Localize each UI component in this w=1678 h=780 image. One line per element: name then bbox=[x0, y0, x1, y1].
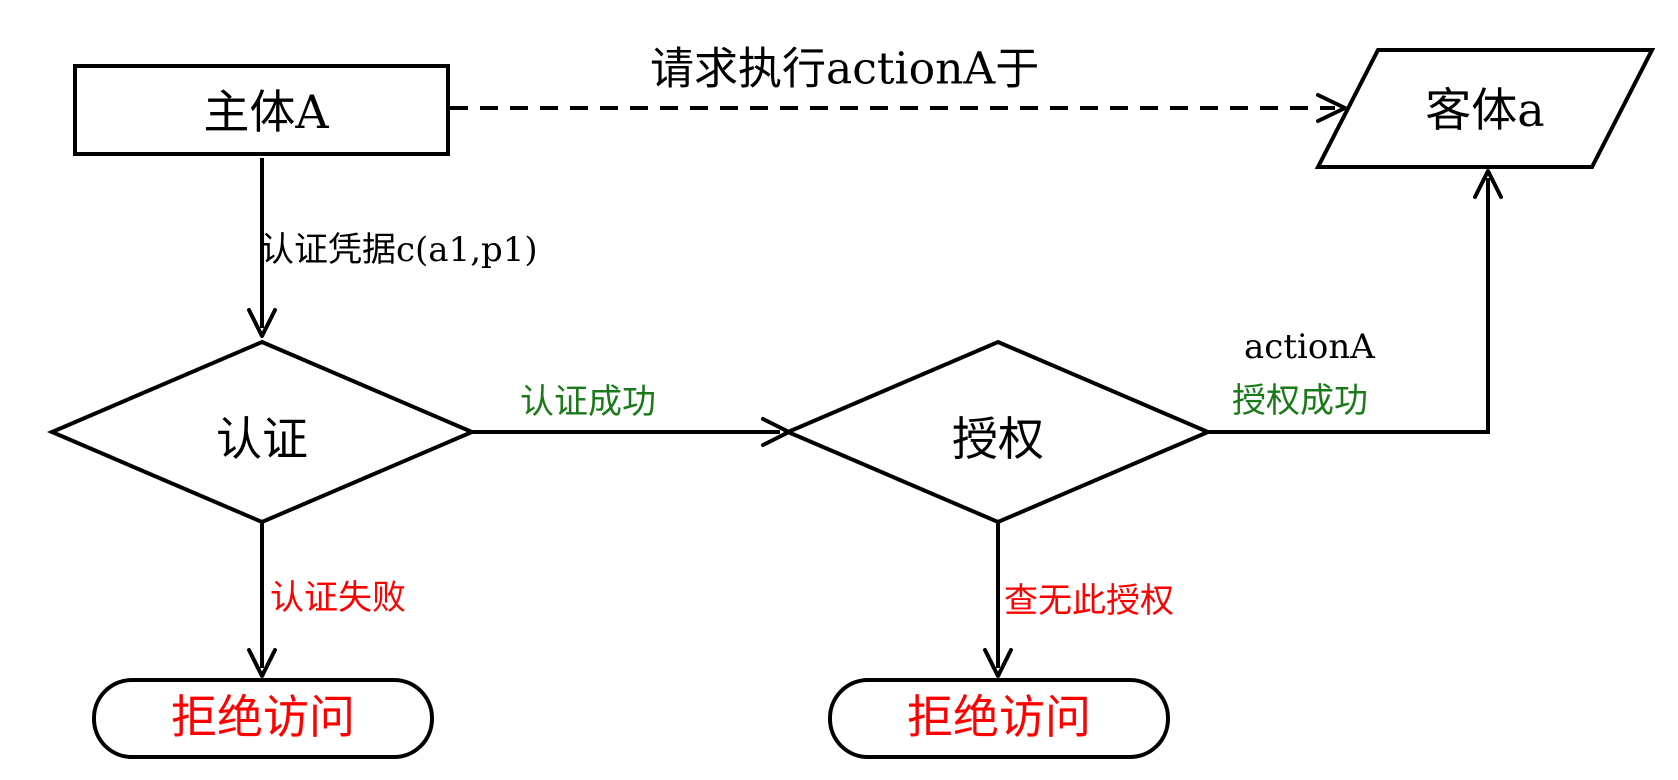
authz-none-edge-label: 查无此授权 bbox=[1004, 581, 1174, 621]
authorization-label: 授权 bbox=[952, 412, 1044, 466]
authentication-label: 认证 bbox=[216, 412, 308, 466]
request-edge-label: 请求执行actionA于 bbox=[650, 44, 1039, 95]
deny-label-left: 拒绝访问 bbox=[171, 690, 355, 744]
authz-success-edge-label: 授权成功 bbox=[1232, 381, 1368, 421]
action-edge-label: actionA bbox=[1244, 327, 1375, 367]
object-label: 客体a bbox=[1425, 83, 1544, 137]
subject-label: 主体A bbox=[203, 85, 329, 139]
credential-edge-label: 认证凭据c(a1,p1) bbox=[260, 230, 538, 270]
deny-label-right: 拒绝访问 bbox=[907, 690, 1091, 744]
auth-failure-edge-label: 认证失败 bbox=[270, 578, 406, 618]
access-control-flowchart: 主体A 客体a 认证 授权 拒绝访问 拒绝访问 请求执行actionA于 认证凭… bbox=[46, 44, 1656, 759]
auth-success-edge-label: 认证成功 bbox=[520, 382, 656, 422]
